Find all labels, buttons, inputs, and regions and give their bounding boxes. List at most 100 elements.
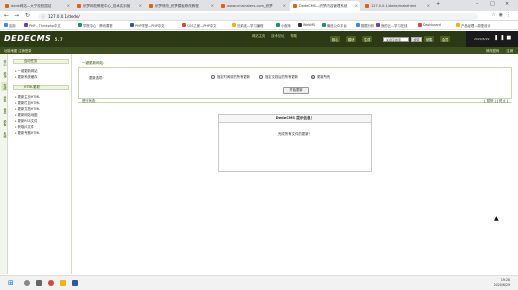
bookmark-item[interactable]: 应用: [4, 23, 16, 28]
vtab-template[interactable]: 模板: [1, 118, 7, 127]
control-icons[interactable]: ❚❚■: [494, 35, 513, 41]
browser-tab[interactable]: dede网站—大宁校校园站 ×: [2, 1, 72, 11]
close-tab-icon[interactable]: ×: [67, 3, 70, 8]
radio-option-doc[interactable]: 指定文档后的所有更新: [259, 74, 298, 79]
sidebar-item[interactable]: 更新栏目HTML: [15, 100, 40, 105]
bookmark-item[interactable]: CSS之家—PHP中文: [182, 23, 216, 28]
browser-tab[interactable]: www.cmsinsters.com_织梦 ×: [218, 1, 288, 11]
tab-favicon-icon: [5, 4, 9, 8]
change-password-link[interactable]: 修改密码: [486, 49, 499, 53]
bookmark-icon: [356, 23, 360, 27]
bookmark-item[interactable]: 小程序: [276, 23, 291, 28]
bookmark-icon: [322, 23, 326, 27]
radio-option-all[interactable]: 更新所有: [311, 74, 330, 79]
sidebar-group-auto[interactable]: 自动任务: [13, 59, 69, 64]
bookmark-item[interactable]: 学院中心 · 腾讯课堂: [78, 23, 113, 28]
sidebar: 自动任务 一键更新网站 更新系统缓存 HTML更新 更新主页HTML 更新栏目H…: [9, 54, 72, 274]
top-link[interactable]: 帮助: [291, 34, 298, 38]
nav-tab-module[interactable]: 模块: [346, 36, 357, 42]
update-options-panel: 更新选项： 指定时间前的所有更新 指定文档后的所有更新 更新所有 开始更新: [78, 67, 512, 99]
close-tab-icon[interactable]: ×: [355, 3, 358, 8]
forward-icon[interactable]: →: [14, 12, 19, 19]
tab-label: www.cmsinsters.com_织梦: [227, 4, 273, 8]
search-input[interactable]: 关键字搜索: [383, 37, 409, 42]
top-link[interactable]: 技术论坛: [271, 34, 284, 38]
sidebar-item[interactable]: 更新RSS文件: [15, 118, 38, 123]
cms-header: DEDECMS 5.7 网站主页 技术论坛 帮助 核心 模块 生成 关键字搜索 …: [0, 31, 518, 47]
reload-icon[interactable]: ↻: [25, 12, 30, 19]
close-window-icon[interactable]: ×: [505, 1, 509, 7]
vtab-generate[interactable]: 生成: [1, 82, 7, 91]
url-input[interactable]: ⓘ 127.0.0.1/dede/: [38, 13, 478, 20]
bookmark-icon: [182, 23, 186, 27]
bookmark-item[interactable]: PHP学堂—PHP中文: [130, 23, 164, 28]
tab-favicon-icon: [149, 4, 153, 8]
search-button[interactable]: 搜索: [411, 37, 422, 42]
bookmark-item[interactable]: 产品经理—原型设计: [456, 23, 491, 28]
close-tab-icon[interactable]: ×: [211, 3, 214, 8]
bookmark-item[interactable]: 兄弟连—学习编程: [232, 23, 263, 28]
sidebar-item[interactable]: 更新专题HTML: [15, 130, 40, 135]
sidebar-item-update-site[interactable]: 一键更新网站: [15, 68, 38, 73]
bookmark-icon: [456, 23, 460, 27]
bookmark-item[interactable]: 我的云—学习在线: [376, 23, 407, 28]
browser-tab[interactable]: 织梦网校教程中心_技术实训营 ×: [74, 1, 144, 11]
bookmark-item[interactable]: WebMS: [298, 23, 315, 27]
sidebar-item[interactable]: 更新文档HTML: [15, 106, 40, 111]
browser-tab[interactable]: 127.0.0.1/dede/makehtml ×: [362, 1, 432, 11]
cms-subbar: 功能地图 注销登录 修改密码 注销: [0, 47, 518, 54]
sidebar-item[interactable]: 更新主页HTML: [15, 94, 40, 99]
top-link[interactable]: 网站主页: [252, 34, 265, 38]
option-label: 更新选项：: [89, 76, 106, 80]
nav-tab-collect[interactable]: 采集: [424, 36, 435, 42]
browser-tab-active[interactable]: DedeCMS—织梦内容管理系统 ×: [290, 1, 360, 11]
new-tab-icon[interactable]: +: [436, 1, 440, 7]
pause-stop-controls[interactable]: [ 暂停 ] [ 终止 ]: [484, 98, 508, 103]
logout-link[interactable]: 注销: [506, 49, 513, 53]
bookmark-icon: [376, 23, 380, 27]
nav-tab-generate[interactable]: 生成: [362, 36, 373, 42]
vtab-core[interactable]: 核心: [1, 58, 7, 67]
sidebar-group-html[interactable]: HTML更新: [13, 85, 69, 90]
close-tab-icon[interactable]: ×: [139, 3, 142, 8]
radio-option-time[interactable]: 指定时间前的所有更新: [211, 74, 250, 79]
bookmark-item[interactable]: 微信公众平台: [322, 23, 347, 28]
bookmark-item[interactable]: Dashboard: [418, 23, 441, 27]
account-links: 修改密码 注销: [480, 48, 513, 53]
browser-tab[interactable]: 织梦修改_织梦模板修改教程 ×: [146, 1, 216, 11]
vtab-system[interactable]: 系统: [1, 130, 7, 139]
nav-tab-core[interactable]: 核心: [330, 36, 341, 42]
taskbar-date: 2020/6/29: [493, 283, 510, 287]
start-update-button[interactable]: 开始更新: [283, 87, 309, 94]
sidebar-item[interactable]: 获取JS文件: [15, 124, 34, 129]
folder-icon[interactable]: [60, 280, 66, 286]
minimize-icon[interactable]: –: [476, 1, 479, 7]
sidebar-item[interactable]: 更新网站地图: [15, 112, 38, 117]
radio-icon: [211, 75, 215, 79]
editor-icon[interactable]: [72, 280, 78, 286]
task-view-icon[interactable]: [36, 280, 42, 286]
close-tab-icon[interactable]: ×: [283, 3, 286, 8]
vtab-collect[interactable]: 采集: [1, 94, 7, 103]
bookmark-icon: [78, 23, 82, 27]
header-date: 2020/6/29: [474, 37, 490, 41]
close-tab-icon[interactable]: ×: [427, 3, 430, 8]
system-tray[interactable]: 19:28 2020/6/29: [494, 278, 510, 288]
windows-start-icon[interactable]: ⊞: [8, 279, 14, 287]
back-icon[interactable]: ←: [4, 12, 9, 19]
info-icon: ⓘ: [41, 14, 45, 19]
bookmark-item[interactable]: 数据分析: [356, 23, 374, 28]
extension-icons[interactable]: ☆◉⋮: [491, 12, 514, 18]
bookmark-icon: [418, 23, 422, 27]
progress-label: 进行状态：: [82, 99, 99, 103]
function-map-link[interactable]: 功能地图 注销登录: [4, 48, 31, 53]
vtab-member[interactable]: 会员: [1, 106, 7, 115]
maximize-icon[interactable]: □: [490, 1, 495, 7]
chrome-icon[interactable]: [48, 280, 54, 286]
nav-tab-member[interactable]: 会员: [440, 36, 451, 42]
sidebar-item-update-cache[interactable]: 更新系统缓存: [15, 74, 38, 79]
search-icon[interactable]: [24, 280, 30, 286]
bookmark-item[interactable]: PHP - Thinkphp中文: [24, 23, 61, 28]
bookmarks-bar: 应用 PHP - Thinkphp中文 学院中心 · 腾讯课堂 PHP学堂—PH…: [0, 21, 518, 30]
vtab-module[interactable]: 模块: [1, 70, 7, 79]
